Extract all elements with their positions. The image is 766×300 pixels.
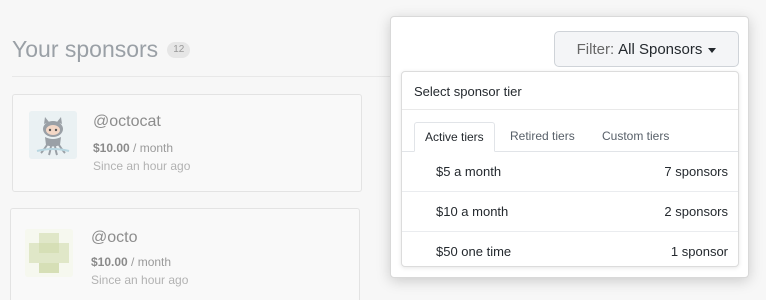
filter-dropdown-button[interactable]: Filter: All Sponsors — [554, 31, 739, 67]
sponsor-card: @octocat $10.00 / month Since an hour ag… — [12, 94, 362, 192]
identicon — [25, 229, 73, 277]
tier-name: $10 a month — [436, 204, 509, 219]
filter-value: All Sponsors — [618, 40, 703, 58]
tier-item[interactable]: $10 a month 2 sponsors — [402, 192, 738, 232]
sponsor-login[interactable]: @octo — [91, 229, 137, 247]
filter-label: Filter: — [576, 40, 615, 58]
tab-active-tiers[interactable]: Active tiers — [414, 122, 495, 152]
tier-sponsor-count: 1 sponsor — [670, 244, 728, 259]
sponsor-since: Since an hour ago — [91, 273, 189, 287]
tab-custom-tiers[interactable]: Custom tiers — [592, 122, 679, 152]
sponsor-since: Since an hour ago — [93, 159, 191, 173]
amount-value: $10.00 — [93, 141, 130, 155]
sponsor-amount: $10.00 / month — [93, 141, 173, 155]
caret-down-icon — [708, 47, 717, 53]
octocat-icon — [29, 111, 77, 159]
tab-retired-tiers[interactable]: Retired tiers — [500, 122, 585, 152]
sponsor-tier-menu: Select sponsor tier Active tiers Retired… — [401, 71, 739, 267]
tier-name: $5 a month — [436, 164, 502, 179]
sponsor-count-badge: 12 — [167, 41, 191, 58]
amount-period: / month — [127, 255, 172, 269]
title-divider — [12, 76, 392, 77]
sponsor-card: @octo $10.00 / month Since an hour ago — [10, 208, 360, 300]
sponsor-login[interactable]: @octocat — [93, 113, 161, 131]
menu-header: Select sponsor tier — [402, 72, 738, 110]
tier-sponsor-count: 2 sponsors — [664, 204, 728, 219]
tier-sponsor-count: 7 sponsors — [664, 164, 728, 179]
tier-item[interactable]: $50 one time 1 sponsor — [402, 232, 738, 268]
avatar[interactable] — [25, 229, 73, 277]
avatar[interactable] — [29, 111, 77, 159]
amount-period: / month — [129, 141, 174, 155]
page-title-text: Your sponsors — [12, 36, 159, 62]
tier-tabs: Active tiers Retired tiers Custom tiers — [402, 122, 738, 152]
tier-name: $50 one time — [436, 244, 512, 259]
page-title: Your sponsors 12 — [12, 36, 191, 63]
tier-item[interactable]: $5 a month 7 sponsors — [402, 152, 738, 192]
filter-popover: Filter: All Sponsors Select sponsor tier… — [390, 16, 749, 278]
sponsor-amount: $10.00 / month — [91, 255, 171, 269]
amount-value: $10.00 — [91, 255, 128, 269]
